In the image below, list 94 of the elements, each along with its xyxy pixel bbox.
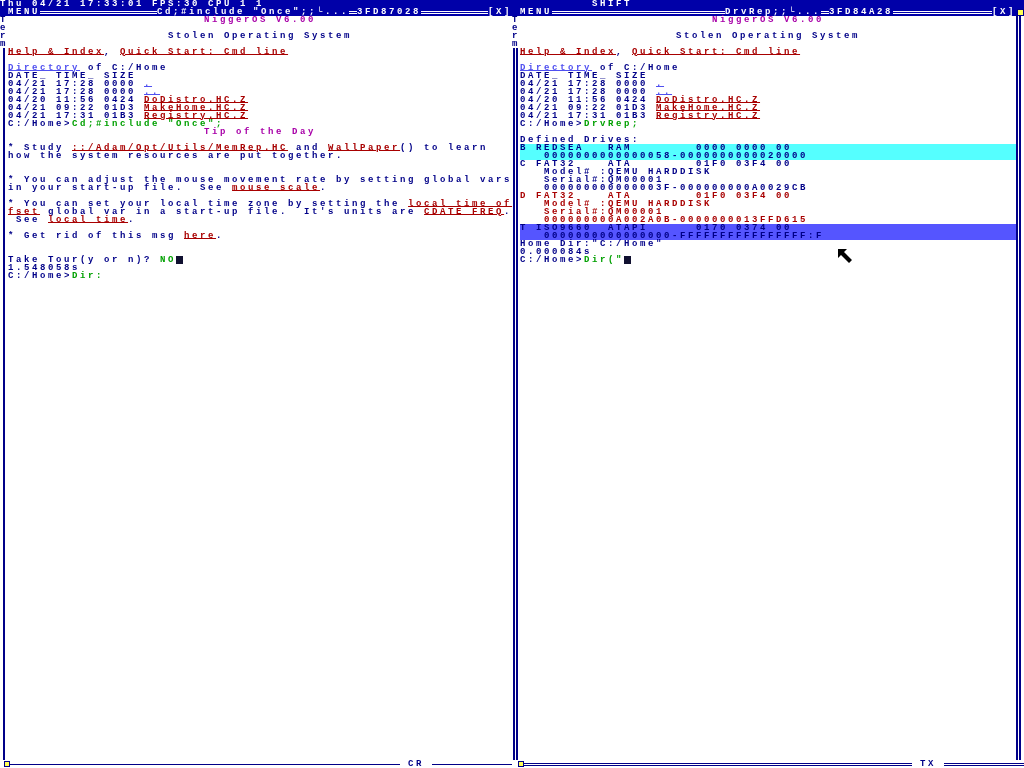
text-link[interactable]: MakeHome.HC.Z xyxy=(144,103,249,113)
text-line: T ISO9660 ATAPI 0170 0374 00 xyxy=(520,224,793,232)
text-link[interactable]: Quick Start: Cmd line xyxy=(632,47,801,57)
text-line: 04/20 11:56 0424 DoDistro.HC.Z xyxy=(8,96,249,104)
close-button[interactable]: [X] xyxy=(992,8,1016,16)
text-line: 04/21 09:22 01D3 MakeHome.HC.Z xyxy=(520,104,761,112)
text-link[interactable]: Directory xyxy=(520,63,592,73)
subtitle-text: Stolen Operating System xyxy=(676,32,860,40)
text-cursor-icon xyxy=(176,256,184,264)
shift-indicator: SHIFT xyxy=(592,0,632,8)
text-link[interactable]: ::/Adam/Opt/Utils/MemRep.HC xyxy=(72,143,289,153)
text-link[interactable]: .. xyxy=(144,87,161,97)
text-line: C:/Home>Dir(" xyxy=(520,256,632,264)
text-line: Serial#:QM00001 xyxy=(543,176,665,184)
text-line: 0000000000000000-FFFFFFFFFFFFFFFF:F xyxy=(544,232,825,240)
text-line: 04/21 17:31 01B3 Registry.HC.Z xyxy=(520,112,761,120)
task-label: Term xyxy=(0,16,8,48)
text-link[interactable]: DoDistro.HC.Z xyxy=(144,95,249,105)
text-line: 04/21 17:28 0000 .. xyxy=(8,88,161,96)
text-line: See local time. xyxy=(15,216,137,224)
text-link[interactable]: here xyxy=(184,231,217,241)
text-line: 000000000A002A0B-0000000013FFD615 xyxy=(544,216,809,224)
text-line: 0000000000000058-0000000000020000 xyxy=(544,152,809,160)
text-line: Take Tour(y or n)? NO xyxy=(8,256,184,264)
text-line: DATE_ TIME_ SIZE xyxy=(520,72,648,80)
text-line: 04/21 17:31 01B3 Registry.HC.Z xyxy=(8,112,249,120)
task-label: Term xyxy=(512,16,520,48)
footer-label: TX xyxy=(920,760,936,768)
text-line: Help & Index, Quick Start: Cmd line xyxy=(8,48,289,56)
text-link[interactable]: WallPaper xyxy=(328,143,401,153)
text-link[interactable]: . xyxy=(656,79,665,89)
text-line: * You can set your local time zone by setting the local_time_of xyxy=(8,200,513,208)
text-line: in your start-up file. See mouse scale. xyxy=(8,184,329,192)
text-link[interactable]: CDATE_FREQ xyxy=(424,207,505,217)
menu-button[interactable]: MENU xyxy=(520,8,552,16)
text-link[interactable]: Quick Start: Cmd line xyxy=(120,47,289,57)
text-line: fset global var in a start-up file. It's units are CDATE_FREQ. xyxy=(8,208,513,216)
text-line: * Get rid of this msg here. xyxy=(8,232,225,240)
text-line: 04/21 09:22 01D3 MakeHome.HC.Z xyxy=(8,104,249,112)
text-link[interactable]: local_time_of xyxy=(408,199,513,209)
text-line: 1.548058s xyxy=(8,264,80,272)
text-link[interactable]: Directory xyxy=(8,63,80,73)
text-line: 04/21 17:28 0000 . xyxy=(8,80,153,88)
text-line: 0.000084s xyxy=(520,248,592,256)
heading-text: Tip of the Day xyxy=(204,128,316,136)
window-title: Cd;#include "Once";;└... xyxy=(157,8,350,16)
window-title: DrvRep;;└... xyxy=(725,8,822,16)
text-link[interactable]: Help & Index xyxy=(520,47,616,57)
status-text: Thu 04/21 17:33:01 FPS:30 CPU 1 1 xyxy=(0,0,265,8)
window-address: 3FD87028 xyxy=(357,8,422,16)
subtitle-text: Stolen Operating System xyxy=(168,32,352,40)
text-line: Model# :QEMU HARDDISK xyxy=(544,168,713,176)
menu-button[interactable]: MENU xyxy=(8,8,40,16)
text-line: Directory of C:/Home xyxy=(520,64,681,72)
text-line: 04/20 11:56 0424 DoDistro.HC.Z xyxy=(520,96,761,104)
text-link[interactable]: Registry.HC.Z xyxy=(144,111,249,121)
text-link[interactable]: DoDistro.HC.Z xyxy=(656,95,761,105)
text-cursor-icon xyxy=(624,256,632,264)
text-line: Serial#:QM00001 xyxy=(543,208,665,216)
text-line: Help & Index, Quick Start: Cmd line xyxy=(520,48,801,56)
heading-text: NiggerOS V6.00 xyxy=(204,16,316,24)
text-line: C:/Home>DrvRep; xyxy=(520,120,641,128)
heading-text: NiggerOS V6.00 xyxy=(712,16,824,24)
text-line: 04/21 17:28 0000 . xyxy=(520,80,665,88)
text-line: how the system resources are put together. xyxy=(8,152,345,160)
mouse-pointer-icon xyxy=(838,249,852,263)
text-link[interactable]: .. xyxy=(656,87,673,97)
text-line: Directory of C:/Home xyxy=(8,64,169,72)
text-line: C FAT32 ATA 01F0 03F4 00 xyxy=(520,160,793,168)
handle-icon[interactable] xyxy=(1017,8,1024,16)
text-link[interactable]: MakeHome.HC.Z xyxy=(656,103,761,113)
handle-icon[interactable] xyxy=(518,761,524,767)
text-line: Model# :QEMU HARDDISK xyxy=(544,200,713,208)
text-line: 04/21 17:28 0000 .. xyxy=(520,88,673,96)
text-link[interactable]: fset xyxy=(8,207,40,217)
window-address: 3FD84A28 xyxy=(829,8,894,16)
text-line: C:/Home>Cd;#include "Once"; xyxy=(8,120,225,128)
text-link[interactable]: Registry.HC.Z xyxy=(656,111,761,121)
text-line: Home Dir:"C:/Home" xyxy=(520,240,665,248)
text-line: B REDSEA RAM 0000 0000 00 xyxy=(520,144,793,152)
text-line: 000000000000003F-000000000A0029CB xyxy=(544,184,809,192)
text-link[interactable]: . xyxy=(144,79,153,89)
text-line: C:/Home>Dir: xyxy=(8,272,105,280)
text-line: DATE_ TIME_ SIZE xyxy=(8,72,136,80)
text-line: D FAT32 ATA 01F0 03F4 00 xyxy=(520,192,793,200)
text-line: * You can adjust the mouse movement rate by setting global vars xyxy=(8,176,513,184)
text-line: Defined Drives: xyxy=(520,136,640,144)
close-button[interactable]: [X] xyxy=(488,8,512,16)
text-line: * Study ::/Adam/Opt/Utils/MemRep.HC and WallPaper() to learn xyxy=(8,144,489,152)
footer-label: CR xyxy=(408,760,424,768)
text-link[interactable]: local time xyxy=(48,215,129,225)
text-link[interactable]: Help & Index xyxy=(8,47,104,57)
text-link[interactable]: mouse scale xyxy=(232,183,321,193)
handle-icon[interactable] xyxy=(4,761,10,767)
